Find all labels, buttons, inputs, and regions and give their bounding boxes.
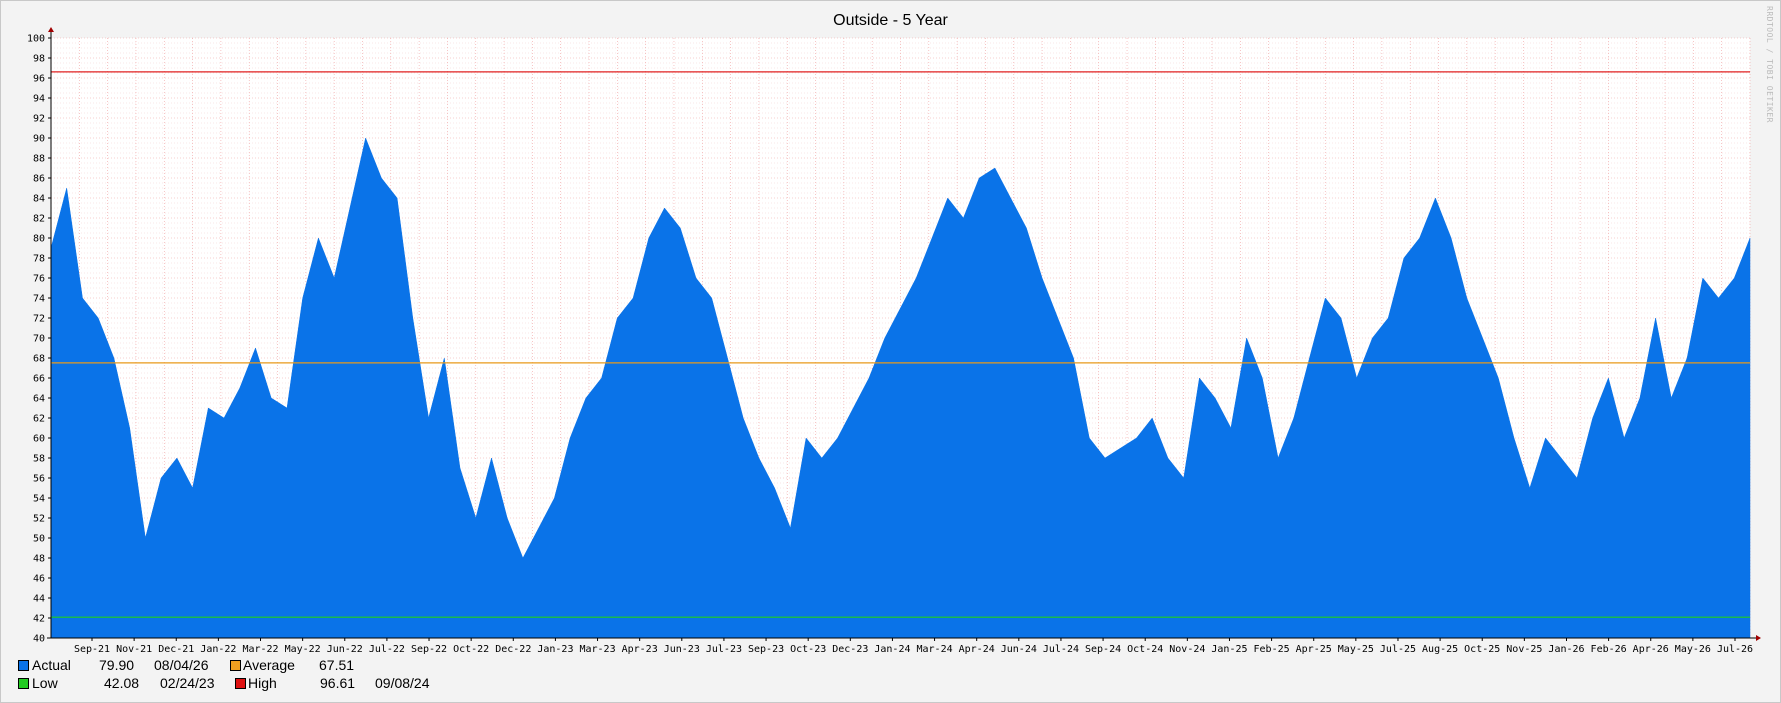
x-tick-label: Aug-25 <box>1422 644 1458 655</box>
y-tick-label: 84 <box>33 194 45 205</box>
y-tick-label: 68 <box>33 354 45 365</box>
x-tick-label: Jun-23 <box>664 644 700 655</box>
legend-value-actual: 79.90 <box>99 657 135 673</box>
x-tick-label: May-25 <box>1338 644 1374 655</box>
x-tick-label: Jul-23 <box>706 644 742 655</box>
x-tick-label: Dec-23 <box>832 644 868 655</box>
legend-swatch-average <box>230 660 241 671</box>
x-tick-label: Apr-23 <box>622 644 658 655</box>
x-tick-label: Jul-24 <box>1043 644 1079 655</box>
x-tick-label: Oct-25 <box>1464 644 1500 655</box>
y-tick-label: 40 <box>33 634 45 645</box>
legend-date-low: 02/24/23 <box>160 675 215 691</box>
y-tick-label: 78 <box>33 254 45 265</box>
chart-svg: 40 42 44 46 48 50 52 54 56 58 60 62 64 66 68 70 72 74 76 78… <box>27 27 1761 655</box>
y-tick-label: 80 <box>33 234 45 245</box>
x-tick-label: Apr-25 <box>1296 644 1332 655</box>
y-tick-label: 50 <box>33 534 45 545</box>
x-tick-label: Dec-21 <box>158 644 194 655</box>
y-tick-label: 56 <box>33 474 45 485</box>
x-tick-label: Jan-25 <box>1211 644 1247 655</box>
x-tick-label: Mar-22 <box>242 644 278 655</box>
x-tick-label: Sep-22 <box>411 644 447 655</box>
legend-label-actual: Actual <box>32 657 71 673</box>
x-tick-label: Jul-22 <box>369 644 405 655</box>
x-tick-label: Jan-23 <box>537 644 573 655</box>
x-tick-label: Nov-24 <box>1169 644 1205 655</box>
x-tick-label: Jun-22 <box>327 644 363 655</box>
x-axis-arrow <box>1756 635 1761 641</box>
y-tick-label: 48 <box>33 554 45 565</box>
x-tick-label: Oct-22 <box>453 644 489 655</box>
x-tick-label: Mar-24 <box>917 644 953 655</box>
y-tick-label: 76 <box>33 274 45 285</box>
x-tick-label: May-22 <box>285 644 321 655</box>
y-tick-label: 62 <box>33 414 45 425</box>
x-tick-label: May-26 <box>1675 644 1711 655</box>
y-tick-label: 72 <box>33 314 45 325</box>
y-tick-label: 98 <box>33 54 45 65</box>
y-tick-label: 42 <box>33 614 45 625</box>
x-tick-label: Jan-22 <box>200 644 236 655</box>
legend-swatch-high <box>235 678 246 689</box>
x-tick-label: Oct-24 <box>1127 644 1163 655</box>
x-tick-label: Mar-23 <box>579 644 615 655</box>
x-tick-label: Apr-26 <box>1633 644 1669 655</box>
x-tick-label: Nov-21 <box>116 644 152 655</box>
y-tick-label: 100 <box>27 34 45 45</box>
x-tick-label: Sep-21 <box>74 644 110 655</box>
x-tick-label: Sep-23 <box>748 644 784 655</box>
x-tick-label: Apr-24 <box>959 644 995 655</box>
y-tick-label: 60 <box>33 434 45 445</box>
y-axis-ticks: 40 42 44 46 48 50 52 54 56 58 60 62 64 66 68 70 72 74 76 78… <box>27 34 51 645</box>
legend-value-average: 67.51 <box>319 657 355 673</box>
y-tick-label: 82 <box>33 214 45 225</box>
x-tick-label: Jun-24 <box>1001 644 1037 655</box>
y-tick-label: 96 <box>33 74 45 85</box>
y-tick-label: 88 <box>33 154 45 165</box>
legend-value-high: 96.61 <box>320 675 356 691</box>
y-tick-label: 94 <box>33 94 45 105</box>
y-tick-label: 46 <box>33 574 45 585</box>
y-tick-label: 54 <box>33 494 45 505</box>
y-tick-label: 66 <box>33 374 45 385</box>
y-tick-label: 52 <box>33 514 45 525</box>
legend-label-average: Average <box>243 657 295 673</box>
x-tick-label: Feb-25 <box>1254 644 1290 655</box>
y-tick-label: 58 <box>33 454 45 465</box>
y-tick-label: 92 <box>33 114 45 125</box>
legend-date-high: 09/08/24 <box>375 675 430 691</box>
y-tick-label: 44 <box>33 594 45 605</box>
y-axis-arrow <box>48 27 54 32</box>
x-tick-label: Jan-24 <box>874 644 910 655</box>
y-tick-label: 90 <box>33 134 45 145</box>
y-tick-label: 86 <box>33 174 45 185</box>
x-tick-label: Nov-25 <box>1506 644 1542 655</box>
legend-swatch-actual <box>18 660 29 671</box>
legend-swatch-low <box>18 678 29 689</box>
legend-value-low: 42.08 <box>104 675 140 691</box>
legend-label-low: Low <box>32 675 58 691</box>
x-tick-label: Sep-24 <box>1085 644 1121 655</box>
y-tick-label: 64 <box>33 394 45 405</box>
y-tick-label: 70 <box>33 334 45 345</box>
x-tick-label: Dec-22 <box>495 644 531 655</box>
x-tick-label: Jan-26 <box>1548 644 1584 655</box>
legend-label-high: High <box>248 675 277 691</box>
x-tick-label: Feb-26 <box>1591 644 1627 655</box>
x-tick-label: Jul-25 <box>1380 644 1416 655</box>
x-tick-label: Jul-26 <box>1717 644 1753 655</box>
x-tick-label: Oct-23 <box>790 644 826 655</box>
x-axis-ticks: Sep-21 Nov-21 Dec-21 Jan-22 Mar-22 May-22 Jun-… <box>74 638 1753 655</box>
legend-date-actual: 08/04/26 <box>154 657 209 673</box>
y-tick-label: 74 <box>33 294 45 305</box>
